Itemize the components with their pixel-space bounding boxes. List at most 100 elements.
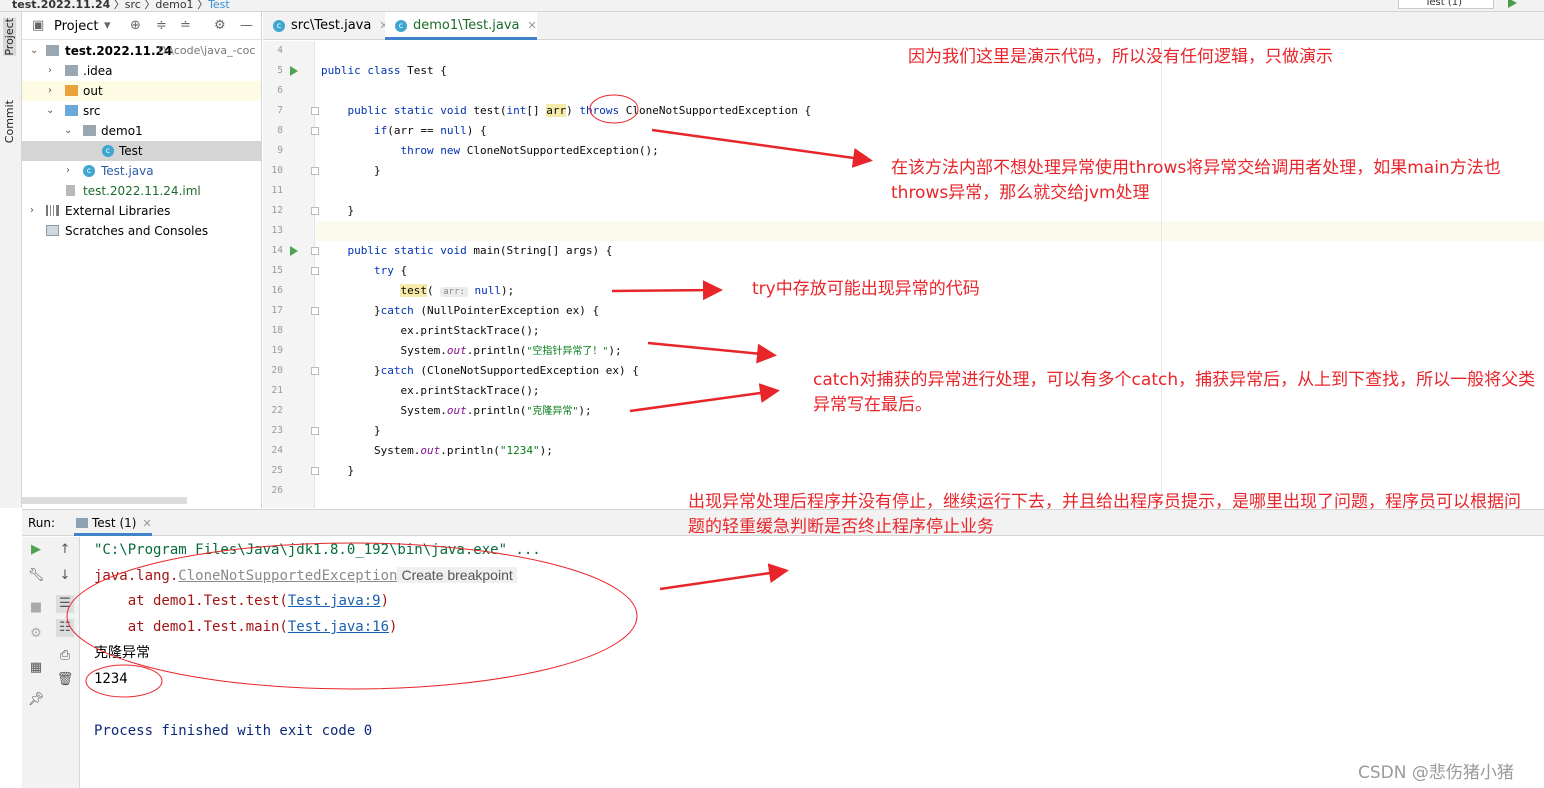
stop-icon[interactable]: ■	[27, 599, 45, 617]
fold-icon[interactable]	[311, 307, 319, 315]
tree-item-label: src	[83, 104, 101, 118]
project-panel-title[interactable]: Project	[54, 19, 98, 34]
line-number: 15	[271, 265, 283, 276]
code-text: ) {	[466, 124, 487, 137]
fold-icon[interactable]	[311, 127, 319, 135]
tree-item-label: test.2022.11.24.iml	[83, 184, 201, 198]
fold-icon[interactable]	[311, 167, 319, 175]
minimize-icon[interactable]: —	[240, 18, 253, 33]
line-number: 19	[271, 345, 283, 356]
library-icon	[46, 205, 59, 216]
tree-item-test-java[interactable]: › c Test.java	[22, 161, 261, 181]
line-number: 23	[271, 425, 283, 436]
keyword: try	[373, 264, 394, 277]
soft-wrap-icon[interactable]: ☰	[56, 595, 74, 613]
tree-item-project-root[interactable]: ⌄ test.2022.11.24 D:\code\java_-coc	[22, 41, 261, 61]
commit-tool-tab[interactable]: Commit	[3, 100, 16, 143]
fold-icon[interactable]	[311, 207, 319, 215]
tree-item-demo1[interactable]: ⌄ demo1	[22, 121, 261, 141]
run-console[interactable]: "C:\Program Files\Java\jdk1.8.0_192\bin\…	[81, 537, 1544, 788]
tree-item-src[interactable]: ⌄ src	[22, 101, 261, 121]
tree-item-iml[interactable]: test.2022.11.24.iml	[22, 181, 261, 201]
project-tool-tab[interactable]: Project	[3, 18, 16, 56]
tab-src-test-java[interactable]: c src\Test.java ✕	[263, 12, 389, 40]
fold-icon[interactable]	[311, 367, 319, 375]
stack-frame-text: )	[380, 593, 390, 609]
breadcrumb-demo1[interactable]: demo1	[155, 0, 193, 11]
rerun-icon[interactable]: ▶	[27, 541, 45, 559]
run-icon[interactable]	[1508, 0, 1517, 8]
code-text: );	[578, 404, 592, 417]
keyword: public class	[321, 64, 401, 77]
stack-frame-text: at demo1.Test.main(	[94, 619, 288, 635]
code-line-21: ex.printStackTrace();	[321, 381, 540, 401]
annotation-continue-note: 出现异常处理后程序并没有停止，继续运行下去，并且给出程序员提示，是哪里出现了问题…	[688, 492, 1521, 537]
wrench-icon[interactable]: 🔧︎	[27, 567, 45, 585]
keyword: catch	[380, 364, 414, 377]
locate-icon[interactable]: ⊕	[130, 18, 141, 33]
scroll-to-end-icon[interactable]: ☷	[56, 619, 74, 637]
stack-frame-link[interactable]: Test.java:16	[288, 619, 389, 635]
layout-icon[interactable]: ▦	[27, 659, 45, 677]
code-text: );	[501, 284, 515, 297]
string-literal: "1234"	[499, 444, 540, 457]
chevron-down-icon[interactable]: ▾	[104, 18, 111, 33]
code-line-16: test( arr: null);	[321, 281, 514, 301]
breadcrumb-project[interactable]: test.2022.11.24	[12, 0, 110, 11]
exception-class-link[interactable]: CloneNotSupportedException	[178, 568, 397, 584]
tree-item-test-class[interactable]: c Test	[22, 141, 261, 161]
code-editor[interactable]: 4 5 6 7 8 9 10 11 12 13 14 15 16 17 18 19 20 21 22 23 24 25 26…	[263, 41, 1544, 508]
code-text: System.	[373, 444, 421, 457]
fold-icon[interactable]	[311, 107, 319, 115]
stack-frame-text: at demo1.Test.test(	[94, 593, 288, 609]
code-line-18: ex.printStackTrace();	[321, 321, 539, 341]
tree-item-label: Test	[119, 144, 143, 158]
run-tab-label: Test (1)	[92, 516, 137, 530]
code-text: ex.printStackTrace();	[400, 384, 540, 397]
create-breakpoint-link[interactable]: Create breakpoint	[397, 567, 517, 583]
run-tab-test-1[interactable]: Test (1) ✕	[74, 510, 152, 536]
fold-icon[interactable]	[311, 267, 319, 275]
run-config-select[interactable]: Test (1)	[1398, 0, 1494, 9]
code-text: System.	[400, 344, 447, 357]
code-text: (CloneNotSupportedException ex) {	[413, 364, 639, 377]
horizontal-scrollbar[interactable]	[22, 497, 187, 504]
tree-item-external-libraries[interactable]: › External Libraries	[22, 201, 261, 221]
tree-item-idea[interactable]: › .idea	[22, 61, 261, 81]
up-arrow-icon[interactable]: ↑	[56, 541, 74, 559]
restore-layout-icon[interactable]: ⚙	[27, 625, 45, 643]
class-icon: c	[273, 20, 285, 32]
breadcrumb-test[interactable]: Test	[208, 0, 230, 11]
pin-icon[interactable]: 📌︎	[27, 691, 45, 709]
trash-icon[interactable]: 🗑︎	[56, 671, 74, 689]
code-text: }	[373, 364, 381, 377]
print-icon[interactable]: ⎙	[56, 647, 74, 665]
code-line-12: }	[321, 201, 355, 221]
tab-demo1-test-java[interactable]: c demo1\Test.java ✕	[385, 12, 537, 40]
close-icon[interactable]: ✕	[528, 19, 537, 32]
expand-all-icon[interactable]: ≑	[156, 18, 167, 33]
tree-item-out[interactable]: › out	[22, 81, 261, 101]
run-class-icon[interactable]	[290, 66, 298, 76]
gear-icon[interactable]: ⚙	[214, 18, 226, 33]
breadcrumb-src[interactable]: src	[125, 0, 141, 11]
left-tool-strip: Project Commit	[0, 12, 22, 508]
code-line-22: System.out.println("克隆异常");	[321, 401, 592, 421]
fold-icon[interactable]	[311, 247, 319, 255]
stack-frame-link[interactable]: Test.java:9	[288, 593, 381, 609]
run-toolbar: ▶ ↑ 🔧︎ ↓ ■ ☰ ⚙ ☷ ▦ ⎙ 🗑︎ 📌︎	[22, 537, 80, 788]
method-call: test	[400, 284, 427, 297]
code-text: );	[539, 444, 553, 457]
project-panel-header: ▣ Project ▾ ⊕ ≑ ≐ ⚙ —	[22, 12, 261, 40]
code-text: );	[608, 344, 622, 357]
down-arrow-icon[interactable]: ↓	[56, 567, 74, 585]
tree-item-scratches[interactable]: Scratches and Consoles	[22, 221, 261, 241]
run-main-icon[interactable]	[290, 246, 298, 256]
collapse-all-icon[interactable]: ≐	[180, 18, 191, 33]
close-icon[interactable]: ✕	[142, 517, 151, 530]
fold-icon[interactable]	[311, 467, 319, 475]
fold-icon[interactable]	[311, 427, 319, 435]
tree-item-label: .idea	[83, 64, 113, 78]
run-config-icon	[76, 518, 88, 528]
stack-frame-text: )	[389, 619, 398, 635]
